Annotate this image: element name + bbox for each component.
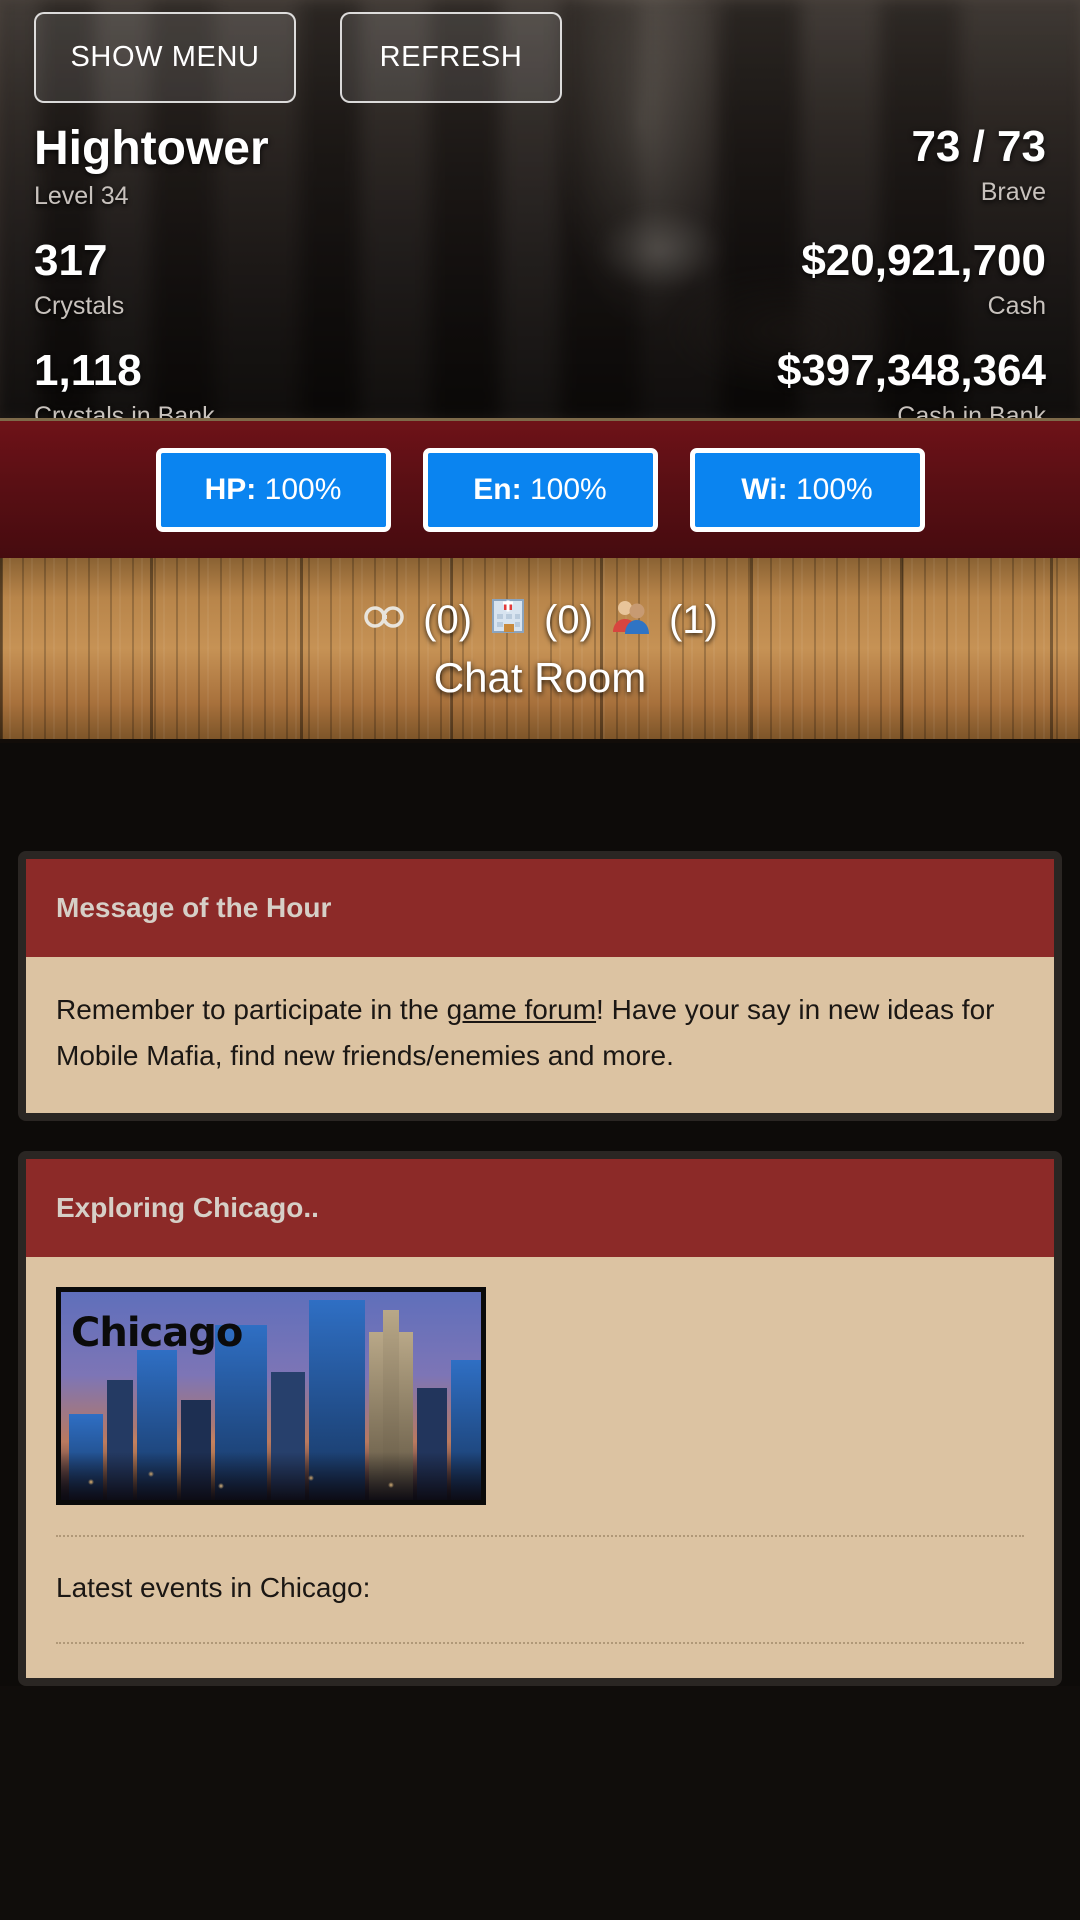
content-area: Message of the Hour Remember to particip… [0, 743, 1080, 1686]
will-value: 100% [796, 472, 873, 506]
currency-row: 317 Crystals $20,921,700 Cash [34, 239, 1046, 321]
hp-pill[interactable]: HP: 100% [155, 447, 391, 532]
crystals-label: Crystals [34, 292, 125, 320]
player-identity: Hightower Level 34 [34, 125, 269, 211]
brave-label: Brave [980, 178, 1046, 206]
vitals-bar: HP: 100% En: 100% Wi: 100% [0, 418, 1080, 558]
brave-stat: 73 / 73 Brave [911, 125, 1046, 207]
show-menu-button[interactable]: SHOW MENU [34, 12, 296, 103]
hospital-icon [489, 596, 527, 646]
hp-label: HP: [204, 472, 257, 506]
chat-room-title: Chat Room [433, 653, 647, 701]
chat-room-bar[interactable]: (0) (0) (1) Chat Room [0, 558, 1080, 743]
jail-count: (0) [423, 598, 473, 642]
energy-label: En: [473, 472, 522, 506]
crystals-bank-value: 1,118 [34, 346, 142, 395]
hospital-count: (0) [544, 598, 593, 642]
cash-bank-value: $397,348,364 [776, 346, 1046, 395]
motd-text-before: Remember to participate in the [56, 994, 447, 1025]
header-button-row: SHOW MENU REFRESH [34, 0, 1046, 103]
brave-value: 73 / 73 [911, 122, 1046, 171]
exploring-title: Exploring Chicago.. [26, 1159, 1054, 1258]
motd-body: Remember to participate in the game foru… [26, 957, 1054, 1114]
player-identity-row: Hightower Level 34 73 / 73 Brave [34, 125, 1046, 211]
chicago-wordmark: Chicago [71, 1310, 243, 1357]
bank-row: 1,118 Crystals in Bank $397,348,364 Cash… [34, 346, 1046, 419]
motd-title: Message of the Hour [26, 859, 1054, 957]
cash-value: $20,921,700 [801, 236, 1046, 285]
skyline-city-lights [61, 1452, 481, 1501]
exploring-chicago-panel: Exploring Chicago.. Chicago Latest event… [18, 1151, 1062, 1686]
crystals-stat: 317 Crystals [34, 239, 124, 321]
cash-bank-label: Cash in Bank [897, 402, 1046, 418]
crystals-value: 317 [34, 236, 108, 285]
cash-stat: $20,921,700 Cash [801, 239, 1046, 321]
crystals-bank-stat: 1,118 Crystals in Bank [34, 346, 215, 419]
game-forum-link[interactable]: game forum [447, 994, 596, 1025]
cash-label: Cash [987, 292, 1046, 320]
handcuffs-icon [362, 599, 406, 642]
will-label: Wi: [741, 472, 788, 506]
exploring-body: Chicago Latest events in Chicago: [26, 1257, 1054, 1678]
panel-divider-bottom [56, 1641, 1024, 1644]
refresh-button[interactable]: REFRESH [340, 12, 562, 103]
hp-value: 100% [264, 472, 342, 506]
latest-events-label: Latest events in Chicago: [56, 1572, 371, 1604]
people-icon [610, 596, 652, 646]
energy-pill[interactable]: En: 100% [422, 447, 658, 532]
crystals-bank-label: Crystals in Bank [34, 402, 215, 418]
will-pill[interactable]: Wi: 100% [689, 447, 925, 532]
chat-status-icons: (0) (0) (1) [362, 596, 718, 646]
online-count: (1) [668, 598, 718, 642]
message-of-the-hour-panel: Message of the Hour Remember to particip… [18, 851, 1062, 1122]
energy-value: 100% [529, 472, 607, 506]
player-header: SHOW MENU REFRESH Hightower Level 34 73 … [0, 0, 1080, 418]
player-level: Level 34 [34, 182, 129, 210]
chicago-skyline-image[interactable]: Chicago [56, 1287, 486, 1506]
cash-bank-stat: $397,348,364 Cash in Bank [776, 346, 1046, 419]
player-name: Hightower [34, 122, 269, 175]
